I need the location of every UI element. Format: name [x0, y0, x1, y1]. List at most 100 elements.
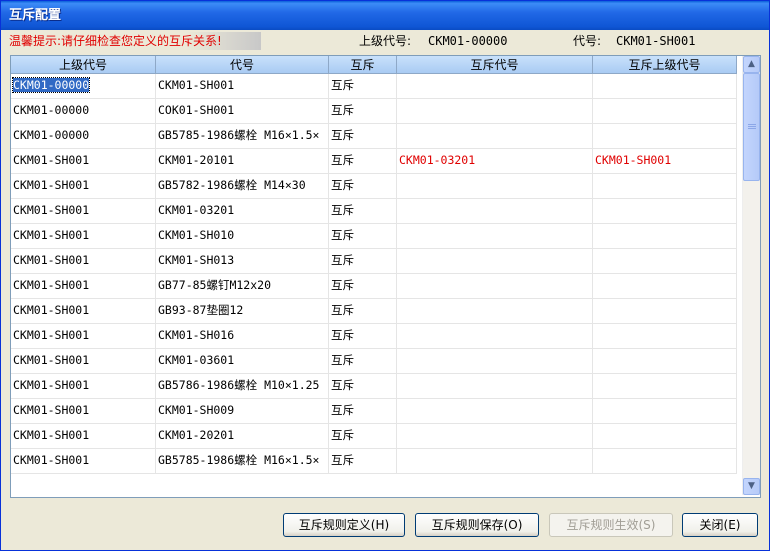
cell-mutex[interactable]: 互斥	[329, 424, 397, 449]
cell-code[interactable]: CKM01-SH016	[156, 324, 329, 349]
cell-mutex-parent-code[interactable]	[593, 174, 737, 199]
cell-mutex-parent-code[interactable]	[593, 224, 737, 249]
cell-mutex-parent-code[interactable]	[593, 349, 737, 374]
cell-parent-code[interactable]: CKM01-SH001	[11, 399, 156, 424]
cell-mutex-code[interactable]: CKM01-03201	[397, 149, 593, 174]
cell-code[interactable]: GB5785-1986螺栓 M16×1.5×	[156, 124, 329, 149]
cell-parent-code[interactable]: CKM01-00000	[11, 74, 156, 99]
cell-mutex-parent-code[interactable]	[593, 399, 737, 424]
close-button[interactable]: 关闭(E)	[682, 513, 758, 537]
cell-mutex-parent-code[interactable]	[593, 299, 737, 324]
cell-mutex[interactable]: 互斥	[329, 124, 397, 149]
table-row[interactable]: CKM01-SH001 CKM01-20201 互斥	[11, 424, 737, 449]
cell-code[interactable]: GB5782-1986螺栓 M14×30	[156, 174, 329, 199]
cell-mutex[interactable]: 互斥	[329, 449, 397, 474]
cell-mutex[interactable]: 互斥	[329, 399, 397, 424]
cell-mutex-code[interactable]	[397, 274, 593, 299]
define-rule-button[interactable]: 互斥规则定义(H)	[283, 513, 405, 537]
cell-mutex-parent-code[interactable]	[593, 199, 737, 224]
cell-parent-code[interactable]: CKM01-SH001	[11, 324, 156, 349]
cell-code[interactable]: CKM01-SH009	[156, 399, 329, 424]
table-row[interactable]: CKM01-SH001 GB5786-1986螺栓 M10×1.25 互斥	[11, 374, 737, 399]
column-header-code[interactable]: 代号	[156, 56, 329, 74]
cell-mutex-parent-code[interactable]	[593, 424, 737, 449]
cell-mutex-code[interactable]	[397, 199, 593, 224]
cell-mutex-parent-code[interactable]	[593, 324, 737, 349]
cell-parent-code[interactable]: CKM01-SH001	[11, 374, 156, 399]
cell-mutex[interactable]: 互斥	[329, 174, 397, 199]
cell-code[interactable]: GB93-87垫圈12	[156, 299, 329, 324]
cell-code[interactable]: GB77-85螺钉M12x20	[156, 274, 329, 299]
cell-mutex-code[interactable]	[397, 249, 593, 274]
cell-mutex-code[interactable]	[397, 99, 593, 124]
cell-parent-code[interactable]: CKM01-SH001	[11, 199, 156, 224]
cell-mutex-code[interactable]	[397, 299, 593, 324]
cell-mutex-parent-code[interactable]: CKM01-SH001	[593, 149, 737, 174]
table-row[interactable]: CKM01-00000 GB5785-1986螺栓 M16×1.5× 互斥	[11, 124, 737, 149]
cell-code[interactable]: CKM01-SH010	[156, 224, 329, 249]
cell-mutex-code[interactable]	[397, 374, 593, 399]
cell-mutex[interactable]: 互斥	[329, 274, 397, 299]
cell-mutex-parent-code[interactable]	[593, 374, 737, 399]
apply-rule-button[interactable]: 互斥规则生效(S)	[549, 513, 673, 537]
cell-code[interactable]: CKM01-20201	[156, 424, 329, 449]
column-header-mutex-parent-code[interactable]: 互斥上级代号	[593, 56, 737, 74]
column-header-parent-code[interactable]: 上级代号	[11, 56, 156, 74]
table-row[interactable]: CKM01-SH001 GB5782-1986螺栓 M14×30 互斥	[11, 174, 737, 199]
cell-code[interactable]: COK01-SH001	[156, 99, 329, 124]
cell-parent-code[interactable]: CKM01-SH001	[11, 249, 156, 274]
cell-mutex[interactable]: 互斥	[329, 299, 397, 324]
cell-parent-code[interactable]: CKM01-SH001	[11, 174, 156, 199]
cell-mutex-parent-code[interactable]	[593, 99, 737, 124]
cell-parent-code[interactable]: CKM01-SH001	[11, 224, 156, 249]
cell-mutex-code[interactable]	[397, 224, 593, 249]
column-header-mutex-code[interactable]: 互斥代号	[397, 56, 593, 74]
cell-mutex[interactable]: 互斥	[329, 249, 397, 274]
vertical-scrollbar[interactable]: ▲ ▼	[742, 56, 760, 495]
table-row[interactable]: CKM01-SH001 CKM01-SH010 互斥	[11, 224, 737, 249]
chevron-down-icon[interactable]: ▼	[743, 478, 760, 495]
cell-mutex[interactable]: 互斥	[329, 99, 397, 124]
column-header-mutex[interactable]: 互斥	[329, 56, 397, 74]
table-row[interactable]: CKM01-SH001 CKM01-SH009 互斥	[11, 399, 737, 424]
save-rule-button[interactable]: 互斥规则保存(O)	[415, 513, 539, 537]
cell-code[interactable]: CKM01-03201	[156, 199, 329, 224]
cell-parent-code[interactable]: CKM01-00000	[11, 99, 156, 124]
scroll-thumb[interactable]	[743, 73, 760, 181]
title-bar[interactable]: 互斥配置	[1, 1, 769, 30]
cell-mutex[interactable]: 互斥	[329, 349, 397, 374]
table-row[interactable]: CKM01-SH001 CKM01-03201 互斥	[11, 199, 737, 224]
cell-mutex[interactable]: 互斥	[329, 224, 397, 249]
table-row[interactable]: CKM01-SH001 CKM01-20101 互斥 CKM01-03201 CKM01…	[11, 149, 737, 174]
cell-mutex[interactable]: 互斥	[329, 324, 397, 349]
table-row[interactable]: CKM01-SH001 CKM01-SH016 互斥	[11, 324, 737, 349]
table-row[interactable]: CKM01-SH001 GB5785-1986螺栓 M16×1.5× 互斥	[11, 449, 737, 474]
cell-code[interactable]: GB5785-1986螺栓 M16×1.5×	[156, 449, 329, 474]
cell-mutex-code[interactable]	[397, 174, 593, 199]
cell-code[interactable]: CKM01-20101	[156, 149, 329, 174]
table-row[interactable]: CKM01-SH001 GB93-87垫圈12 互斥	[11, 299, 737, 324]
table-row[interactable]: CKM01-SH001 CKM01-03601 互斥	[11, 349, 737, 374]
cell-mutex[interactable]: 互斥	[329, 199, 397, 224]
cell-code[interactable]: CKM01-SH001	[156, 74, 329, 99]
cell-parent-code[interactable]: CKM01-00000	[11, 124, 156, 149]
cell-mutex-code[interactable]	[397, 449, 593, 474]
cell-mutex-code[interactable]	[397, 324, 593, 349]
cell-code[interactable]: GB5786-1986螺栓 M10×1.25	[156, 374, 329, 399]
table-row[interactable]: CKM01-SH001 GB77-85螺钉M12x20 互斥	[11, 274, 737, 299]
cell-mutex-parent-code[interactable]	[593, 249, 737, 274]
cell-parent-code[interactable]: CKM01-SH001	[11, 449, 156, 474]
cell-mutex-parent-code[interactable]	[593, 274, 737, 299]
cell-mutex-code[interactable]	[397, 424, 593, 449]
cell-parent-code[interactable]: CKM01-SH001	[11, 349, 156, 374]
cell-mutex-parent-code[interactable]	[593, 124, 737, 149]
cell-code[interactable]: CKM01-03601	[156, 349, 329, 374]
cell-mutex[interactable]: 互斥	[329, 374, 397, 399]
mutex-grid[interactable]: 上级代号 代号 互斥 互斥代号 互斥上级代号 CKM01-00000 CKM01-…	[10, 55, 761, 498]
cell-mutex-parent-code[interactable]	[593, 74, 737, 99]
cell-parent-code[interactable]: CKM01-SH001	[11, 299, 156, 324]
cell-mutex[interactable]: 互斥	[329, 149, 397, 174]
cell-mutex-code[interactable]	[397, 74, 593, 99]
chevron-up-icon[interactable]: ▲	[743, 56, 760, 73]
cell-mutex-parent-code[interactable]	[593, 449, 737, 474]
